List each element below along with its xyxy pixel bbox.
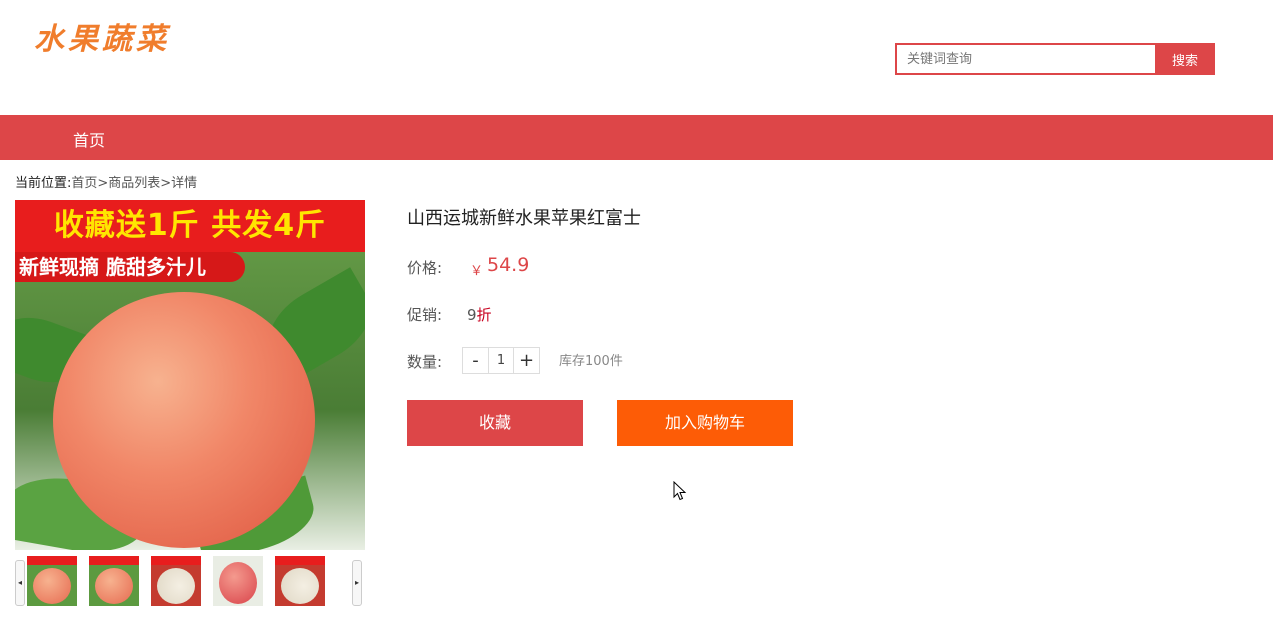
quantity-decrease-button[interactable]: - <box>462 347 489 374</box>
price-label: 价格: <box>407 259 443 277</box>
quantity-label: 数量: <box>407 353 443 371</box>
search-button[interactable]: 搜索 <box>1155 43 1215 75</box>
nav-item-home[interactable]: 首页 <box>73 127 105 151</box>
stock-info: 库存100件 <box>559 354 623 369</box>
peach-illustration <box>53 292 315 548</box>
thumbnail[interactable] <box>275 556 325 606</box>
promo-banner-main: 收藏送1斤 共发4斤 <box>15 200 365 252</box>
product-price: 54.9 <box>487 254 530 276</box>
search-input[interactable] <box>895 43 1155 75</box>
add-to-cart-button[interactable]: 加入购物车 <box>617 400 793 446</box>
promo-value: 9折 <box>467 304 492 325</box>
breadcrumb-path[interactable]: 首页>商品列表>详情 <box>71 176 197 191</box>
thumb-prev-arrow-icon[interactable]: ◂ <box>15 560 25 606</box>
breadcrumb-lead: 当前位置: <box>15 176 72 191</box>
product-title: 山西运城新鲜水果苹果红富士 <box>407 208 641 229</box>
thumb-next-arrow-icon[interactable]: ▸ <box>352 560 362 606</box>
quantity-input[interactable]: 1 <box>489 347 513 374</box>
thumbnail[interactable] <box>213 556 263 606</box>
thumbnail[interactable] <box>89 556 139 606</box>
thumbnail-strip: ◂ ▸ <box>15 556 365 606</box>
promo-discount: 9 <box>467 306 477 324</box>
product-main-image: 收藏送1斤 共发4斤 新鲜现摘 脆甜多汁儿 <box>15 200 365 550</box>
thumbnail[interactable] <box>27 556 77 606</box>
favorite-button[interactable]: 收藏 <box>407 400 583 446</box>
thumbnail[interactable] <box>151 556 201 606</box>
site-logo[interactable]: 水果蔬菜 <box>34 14 170 58</box>
promo-unit: 折 <box>476 306 492 324</box>
currency-symbol: ￥ <box>470 264 484 279</box>
quantity-increase-button[interactable]: + <box>513 347 540 374</box>
mouse-cursor-icon <box>673 481 687 501</box>
quantity-stepper: - 1 + <box>462 347 540 374</box>
promo-label: 促销: <box>407 306 443 324</box>
main-nav: 首页 <box>0 115 1273 160</box>
promo-banner-sub: 新鲜现摘 脆甜多汁儿 <box>15 252 245 282</box>
breadcrumb: 当前位置:首页>商品列表>详情 <box>15 172 197 191</box>
search-bar: 搜索 <box>895 43 1215 75</box>
